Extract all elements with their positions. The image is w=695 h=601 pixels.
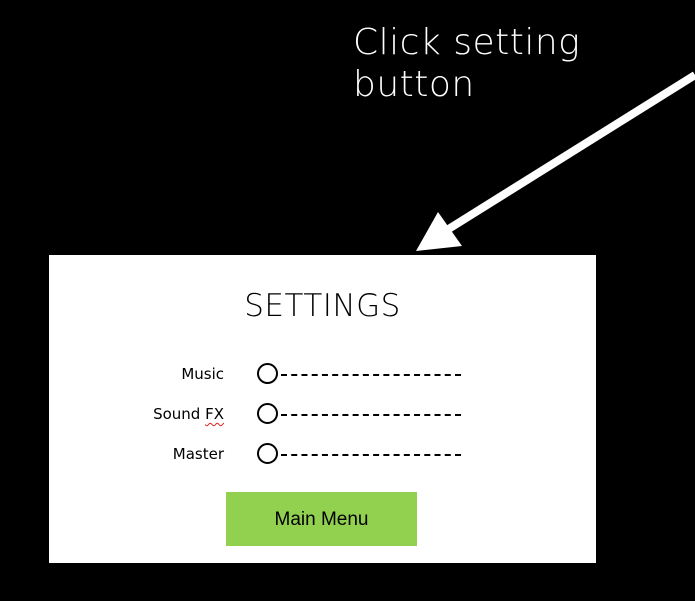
sound-fx-setting-row: Sound FX — [49, 399, 596, 429]
sound-fx-volume-slider[interactable] — [257, 403, 467, 427]
annotation-text: Click setting button — [353, 22, 581, 105]
master-label: Master — [172, 445, 224, 463]
slider-track[interactable] — [281, 414, 461, 416]
sound-fx-label-prefix: Sound — [153, 405, 206, 423]
circle-knob-icon[interactable] — [257, 443, 278, 464]
master-setting-row: Master — [49, 439, 596, 469]
music-setting-row: Music — [49, 359, 596, 389]
circle-knob-icon[interactable] — [257, 363, 278, 384]
sound-fx-label-flagged: FX — [205, 405, 224, 423]
music-label: Music — [181, 365, 224, 383]
sound-fx-label: Sound FX — [153, 405, 224, 423]
settings-panel: SETTINGS Music Sound FX Master Main Menu — [49, 255, 596, 563]
main-menu-button[interactable]: Main Menu — [226, 492, 417, 546]
slider-track[interactable] — [281, 374, 461, 376]
circle-knob-icon[interactable] — [257, 403, 278, 424]
slider-track[interactable] — [281, 454, 461, 456]
settings-title: SETTINGS — [244, 288, 401, 324]
screen: Click setting button SETTINGS Music Soun… — [0, 0, 695, 601]
master-volume-slider[interactable] — [257, 443, 467, 467]
music-volume-slider[interactable] — [257, 363, 467, 387]
